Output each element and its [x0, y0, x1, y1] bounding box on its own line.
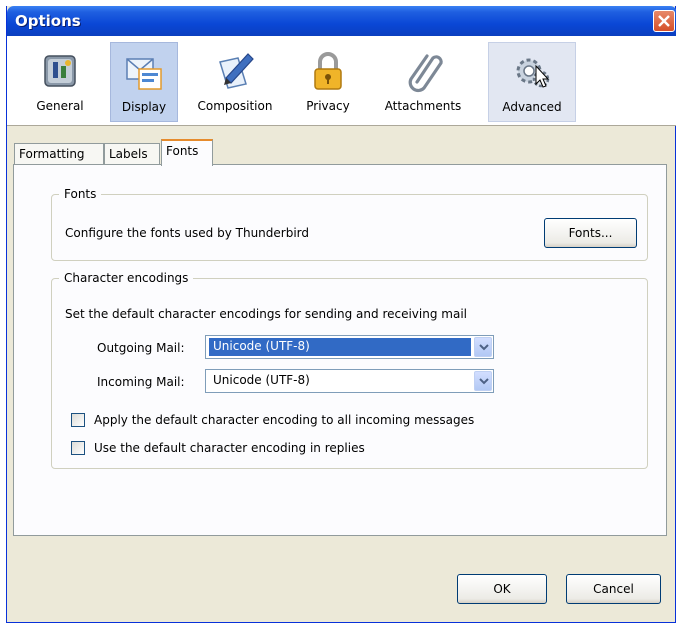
toolbar-display[interactable]: Display [110, 42, 178, 122]
display-icon [126, 58, 162, 90]
toolbar-composition-label: Composition [197, 99, 273, 113]
fonts-group-legend: Fonts [64, 187, 97, 201]
encodings-description: Set the default character encodings for … [65, 307, 467, 321]
tab-fonts-label: Fonts [166, 144, 199, 158]
replies-encoding-label[interactable]: Use the default character encoding in re… [94, 441, 365, 455]
paperclip-icon [408, 54, 443, 93]
toolbar-privacy-label: Privacy [306, 99, 350, 113]
incoming-mail-label: Incoming Mail: [97, 375, 185, 389]
toolbar-composition[interactable]: Composition [187, 42, 283, 122]
toolbar-advanced-label: Advanced [502, 100, 562, 114]
fonts-button-label: Fonts... [568, 226, 613, 240]
title-bar[interactable]: Options [7, 6, 676, 36]
general-icon [44, 55, 76, 87]
toolbar-privacy[interactable]: Privacy [297, 42, 359, 122]
outgoing-mail-select[interactable]: Unicode (UTF-8) [205, 335, 494, 359]
character-encodings-legend: Character encodings [64, 271, 189, 285]
composition-icon [219, 53, 254, 89]
gears-icon [516, 58, 550, 88]
tab-labels[interactable]: Labels [104, 143, 160, 165]
close-icon [658, 15, 670, 27]
apply-encoding-label[interactable]: Apply the default character encoding to … [94, 413, 474, 427]
replies-encoding-checkbox[interactable] [71, 441, 85, 455]
ok-button-label: OK [493, 582, 511, 596]
ok-button[interactable]: OK [457, 574, 547, 604]
cancel-button-label: Cancel [593, 582, 634, 596]
incoming-dropdown-button[interactable] [474, 371, 492, 391]
incoming-mail-value: Unicode (UTF-8) [213, 373, 310, 387]
padlock-icon [314, 52, 342, 90]
apply-encoding-checkbox[interactable] [71, 413, 85, 427]
fonts-description: Configure the fonts used by Thunderbird [65, 226, 310, 240]
outgoing-mail-label: Outgoing Mail: [97, 341, 185, 355]
toolbar-advanced[interactable]: Advanced [488, 42, 576, 122]
options-dialog: Options General Display Composition Priv… [6, 6, 676, 623]
fonts-tab-panel: Fonts Configure the fonts used by Thunde… [13, 164, 667, 536]
tab-labels-label: Labels [109, 147, 148, 161]
toolbar-display-label: Display [121, 100, 167, 114]
dialog-content: Formatting Labels Fonts Fonts Configure … [7, 127, 676, 623]
fonts-button[interactable]: Fonts... [544, 218, 637, 248]
toolbar-attachments[interactable]: Attachments [373, 42, 473, 122]
chevron-down-icon [479, 344, 489, 351]
cancel-button[interactable]: Cancel [566, 574, 661, 604]
toolbar-general-label: General [36, 99, 84, 113]
preferences-toolbar: General Display Composition Privacy Atta… [7, 36, 676, 126]
outgoing-dropdown-button[interactable] [474, 337, 492, 357]
close-button[interactable] [653, 10, 675, 32]
tab-formatting-label: Formatting [19, 147, 85, 161]
toolbar-general[interactable]: General [27, 42, 93, 122]
tab-fonts[interactable]: Fonts [161, 139, 213, 166]
chevron-down-icon [479, 378, 489, 385]
window-title: Options [15, 12, 81, 30]
tab-formatting[interactable]: Formatting [14, 143, 104, 165]
incoming-mail-select[interactable]: Unicode (UTF-8) [205, 369, 494, 393]
outgoing-mail-value: Unicode (UTF-8) [209, 338, 471, 356]
toolbar-attachments-label: Attachments [384, 99, 462, 113]
